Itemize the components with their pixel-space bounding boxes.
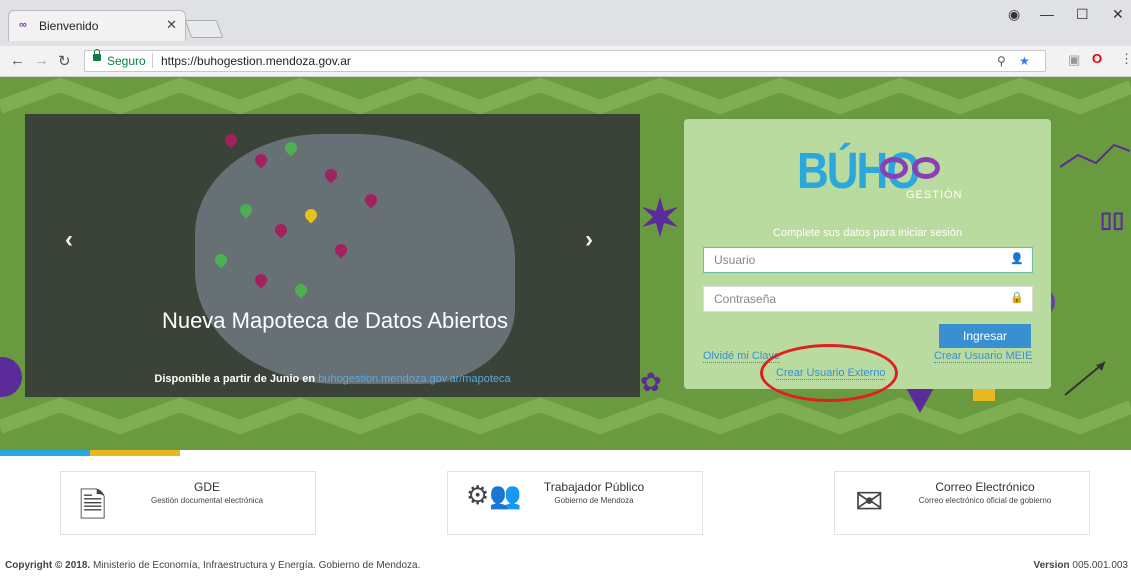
carousel[interactable]: ‹ › Nueva Mapoteca de Datos Abiertos Dis… (25, 114, 640, 397)
password-field[interactable]: Contraseña 🔒 (703, 286, 1033, 312)
back-icon[interactable]: ← (10, 52, 25, 69)
footer-version: Version 005.001.003 (1033, 560, 1128, 571)
owl-eyes-icon (880, 157, 950, 181)
service-subtitle: Gobierno de Mendoza (554, 496, 634, 505)
minimize-icon[interactable]: — (1040, 6, 1054, 22)
envelope-icon: ✉ (855, 483, 884, 521)
close-tab-icon[interactable]: ✕ (166, 17, 177, 33)
zoom-icon[interactable]: ⚲ (997, 54, 1006, 68)
lock-icon (93, 49, 101, 61)
opera-icon[interactable]: O (1092, 51, 1102, 66)
menu-icon[interactable]: ⋮ (1120, 51, 1131, 67)
password-placeholder: Contraseña (714, 292, 777, 306)
map-image (195, 134, 515, 384)
bookmark-star-icon[interactable]: ★ (1019, 54, 1030, 68)
color-stripe (90, 450, 180, 456)
decor-shape (0, 357, 22, 397)
chevron-pattern (0, 77, 1131, 115)
grapes-icon: ✿ (640, 367, 662, 397)
copyright-bold: Copyright © 2018. (5, 560, 91, 571)
tab-title: Bienvenido (39, 19, 99, 33)
service-card-correo[interactable]: ✉ Correo Electrónico Correo electrónico … (834, 471, 1090, 535)
service-subtitle: Gestión documental electrónica (150, 496, 264, 505)
omnibox[interactable]: Seguro https://buhogestion.mendoza.gov.a… (84, 49, 1046, 72)
forward-icon[interactable]: → (34, 52, 49, 69)
extension-icon[interactable]: ▣ (1068, 52, 1080, 68)
highlight-annotation (760, 344, 898, 402)
carousel-subtitle: Disponible a partir de Junio en buhogest… (25, 373, 640, 385)
username-field[interactable]: Usuario 👤 (703, 247, 1033, 273)
service-card-gde[interactable]: 🗎 GDE Gestión documental electrónica (60, 471, 316, 535)
create-meie-user-link[interactable]: Crear Usuario MEIE (934, 350, 1033, 363)
service-subtitle: Correo electrónico oficial de gobierno (918, 496, 1052, 505)
line-graph-icon (1060, 143, 1130, 168)
bars-icon: ▯▯ (1100, 207, 1125, 232)
login-prompt: Complete sus datos para iniciar sesión (773, 227, 962, 239)
decor-shape (973, 389, 995, 401)
carousel-prev-icon[interactable]: ‹ (65, 226, 73, 254)
chevron-pattern (0, 397, 1131, 435)
carousel-next-icon[interactable]: › (585, 226, 593, 254)
carousel-title: Nueva Mapoteca de Datos Abiertos (161, 308, 509, 333)
footer-copyright: Copyright © 2018. Ministerio de Economía… (5, 560, 420, 571)
service-title: GDE (193, 480, 220, 494)
map-pin-icon (222, 131, 240, 149)
carousel-subtitle-text: Disponible a partir de Junio en (154, 373, 316, 385)
hero-banner: ▯▯ ✿ ‹ › Nueva Mapoteca de Datos Abierto… (0, 77, 1131, 450)
star-icon (642, 197, 678, 237)
secure-label: Seguro (107, 54, 146, 68)
address-bar-row: ← → ↻ Seguro https://buhogestion.mendoza… (0, 46, 1131, 77)
service-card-trabajador[interactable]: ⚙👥 Trabajador Público Gobierno de Mendoz… (447, 471, 703, 535)
divider (152, 53, 153, 68)
user-icon: 👤 (1010, 253, 1024, 265)
document-icon: 🗎 (79, 487, 107, 525)
color-stripe (0, 450, 90, 456)
mapoteca-link[interactable]: buhogestion.mendoza.gov.ar/mapoteca (318, 373, 510, 385)
reload-icon[interactable]: ↻ (58, 52, 71, 70)
version-label: Version (1033, 560, 1070, 571)
favicon-icon: ∞ (19, 19, 27, 31)
profile-icon[interactable]: ◉ (1008, 6, 1020, 23)
browser-tab[interactable]: ∞ Bienvenido ✕ (8, 10, 186, 41)
username-placeholder: Usuario (714, 253, 756, 267)
arrow-icon (1064, 361, 1106, 396)
new-tab-button[interactable] (184, 20, 224, 38)
url-text[interactable]: https://buhogestion.mendoza.gov.ar (161, 54, 351, 68)
carousel-indicators[interactable]: ○●○ (315, 396, 336, 397)
login-button[interactable]: Ingresar (939, 324, 1031, 348)
service-title: Trabajador Público (543, 480, 645, 494)
service-title: Correo Electrónico (935, 480, 1035, 494)
lock-icon: 🔒 (1010, 292, 1024, 304)
logo-subtitle: GESTIÓN (906, 189, 963, 201)
close-window-icon[interactable]: ✕ (1112, 6, 1124, 23)
maximize-icon[interactable]: ☐ (1076, 6, 1089, 23)
copyright-text: Ministerio de Economía, Infraestructura … (90, 560, 421, 571)
browser-titlebar: ∞ Bienvenido ✕ ◉ — ☐ ✕ (0, 0, 1131, 46)
version-value: 005.001.003 (1069, 560, 1128, 571)
